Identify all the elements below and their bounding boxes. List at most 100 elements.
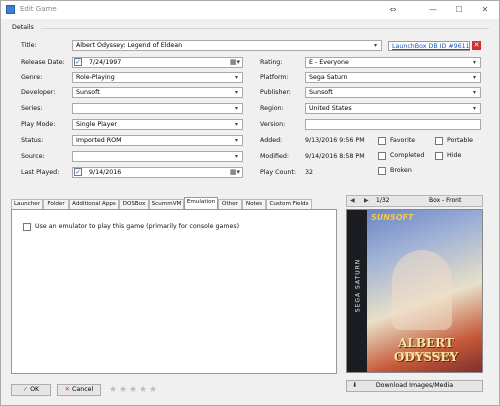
chevron-down-icon[interactable]: ▾ (371, 41, 380, 50)
version-input[interactable] (305, 119, 481, 130)
edit-game-window: Edit Game ⇔ — ☐ ✕ Details Title: Albert … (0, 0, 500, 406)
version-label: Version: (260, 121, 286, 128)
ok-button[interactable]: ✓ OK (11, 384, 51, 396)
tab-launcher[interactable]: Launcher (11, 199, 43, 209)
use-emulator-checkbox[interactable] (23, 223, 31, 231)
maximize-button[interactable]: ☐ (447, 2, 471, 17)
developer-label: Developer: (21, 89, 56, 96)
chevron-down-icon[interactable]: ▾ (232, 152, 241, 161)
rating-select[interactable]: E - Everyone ▾ (305, 57, 481, 68)
cover-characters (392, 250, 452, 330)
release-date-checkbox[interactable]: ✓ (74, 58, 82, 66)
status-value: Imported ROM (76, 137, 122, 144)
last-played-picker[interactable]: 9/14/2016 ▦▾ (72, 167, 243, 178)
launchbox-db-link[interactable]: LaunchBox DB ID #9611 (388, 41, 470, 51)
tab-notes[interactable]: Notes (242, 199, 266, 209)
title-bar[interactable]: Edit Game ⇔ — ☐ ✕ (1, 1, 499, 19)
region-label: Region: (260, 105, 284, 112)
broken-checkbox[interactable] (378, 167, 386, 175)
star-icon[interactable]: ★ (119, 385, 127, 395)
calendar-icon[interactable]: ▦▾ (230, 168, 240, 177)
completed-label: Completed (390, 152, 425, 159)
last-played-checkbox[interactable]: ✓ (74, 168, 82, 176)
chevron-down-icon[interactable]: ▾ (232, 104, 241, 113)
publisher-select[interactable]: Sunsoft ▾ (305, 87, 481, 98)
emulation-tab-panel: Use an emulator to play this game (prima… (11, 209, 337, 374)
source-select[interactable]: ▾ (72, 151, 243, 162)
region-value: United States (309, 105, 352, 112)
hide-label: Hide (447, 152, 462, 159)
favorite-checkbox[interactable] (378, 137, 386, 145)
pin-icon[interactable]: ⇔ (381, 2, 405, 17)
use-emulator-label: Use an emulator to play this game (prima… (35, 223, 240, 230)
added-label: Added: (260, 137, 283, 144)
image-type-label: Box - Front (429, 197, 462, 204)
checkmark-icon: ✓ (22, 386, 29, 393)
play-mode-label: Play Mode: (21, 121, 56, 128)
completed-checkbox[interactable] (378, 152, 386, 160)
star-icon[interactable]: ★ (109, 385, 117, 395)
developer-select[interactable]: Sunsoft ▾ (72, 87, 243, 98)
chevron-down-icon[interactable]: ▾ (232, 120, 241, 129)
download-images-label: Download Images/Media (375, 382, 454, 389)
image-nav-bar: ◀ ▶ 1/32 Box - Front (346, 195, 483, 207)
close-button[interactable]: ✕ (473, 2, 497, 17)
play-count-value: 32 (305, 169, 314, 176)
genre-value: Role-Playing (76, 74, 115, 81)
chevron-down-icon[interactable]: ▾ (232, 136, 241, 145)
chevron-down-icon[interactable]: ▾ (470, 88, 479, 97)
platform-select[interactable]: Sega Saturn ▾ (305, 72, 481, 83)
chevron-down-icon[interactable]: ▾ (232, 88, 241, 97)
cover-subtitle-text: LEGEND OF ELDEAN (398, 352, 454, 358)
calendar-icon[interactable]: ▦▾ (230, 58, 240, 67)
broken-label: Broken (390, 167, 412, 174)
platform-label: Platform: (260, 74, 289, 81)
region-select[interactable]: United States ▾ (305, 103, 481, 114)
series-select[interactable]: ▾ (72, 103, 243, 114)
publisher-label: Publisher: (260, 89, 291, 96)
cancel-button[interactable]: ✕ Cancel (57, 384, 101, 396)
publisher-value: Sunsoft (309, 89, 333, 96)
rating-label: Rating: (260, 59, 283, 66)
status-select[interactable]: Imported ROM ▾ (72, 135, 243, 146)
window-title: Edit Game (20, 5, 57, 13)
app-icon (6, 5, 15, 14)
title-value: Albert Odyssey: Legend of Eldean (76, 42, 183, 49)
tab-custom-fields[interactable]: Custom Fields (266, 199, 312, 209)
minimize-button[interactable]: — (421, 2, 445, 17)
chevron-down-icon[interactable]: ▾ (470, 73, 479, 82)
unlink-icon[interactable]: ✕ (472, 41, 481, 50)
chevron-down-icon[interactable]: ▾ (232, 73, 241, 82)
title-field[interactable]: Albert Odyssey: Legend of Eldean ▾ (72, 40, 382, 51)
chevron-down-icon[interactable]: ▾ (470, 58, 479, 67)
rating-value: E - Everyone (309, 59, 349, 66)
chevron-down-icon[interactable]: ▾ (470, 104, 479, 113)
download-images-button[interactable]: ⬇ Download Images/Media (346, 380, 483, 392)
cancel-label: Cancel (71, 386, 94, 393)
download-icon: ⬇ (352, 382, 358, 389)
star-icon[interactable]: ★ (129, 385, 137, 395)
tab-folder[interactable]: Folder (43, 199, 69, 209)
next-image-icon[interactable]: ▶ (364, 197, 369, 204)
star-icon[interactable]: ★ (139, 385, 147, 395)
tab-emulation[interactable]: Emulation (184, 197, 218, 209)
box-front-image[interactable]: SEGA SATURN SUNSOFT ALBERT ODYSSEY LEGEN… (346, 209, 483, 373)
tab-additional-apps[interactable]: Additional Apps (69, 199, 119, 209)
last-played-label: Last Played: (21, 169, 60, 176)
tab-other[interactable]: Other (218, 199, 242, 209)
portable-label: Portable (447, 137, 473, 144)
tab-dosbox[interactable]: DOSBox (119, 199, 149, 209)
favorite-label: Favorite (390, 137, 416, 144)
star-icon[interactable]: ★ (149, 385, 157, 395)
cover-title-text: ALBERT ODYSSEY (393, 336, 459, 364)
release-date-picker[interactable]: 7/24/1997 ▦▾ (72, 57, 243, 68)
tab-scummvm[interactable]: ScummVM (149, 199, 184, 209)
previous-image-icon[interactable]: ◀ (350, 197, 355, 204)
status-label: Status: (21, 137, 44, 144)
portable-checkbox[interactable] (435, 137, 443, 145)
series-label: Series: (21, 105, 43, 112)
genre-select[interactable]: Role-Playing ▾ (72, 72, 243, 83)
hide-checkbox[interactable] (435, 152, 443, 160)
play-mode-select[interactable]: Single Player ▾ (72, 119, 243, 130)
source-label: Source: (21, 153, 45, 160)
